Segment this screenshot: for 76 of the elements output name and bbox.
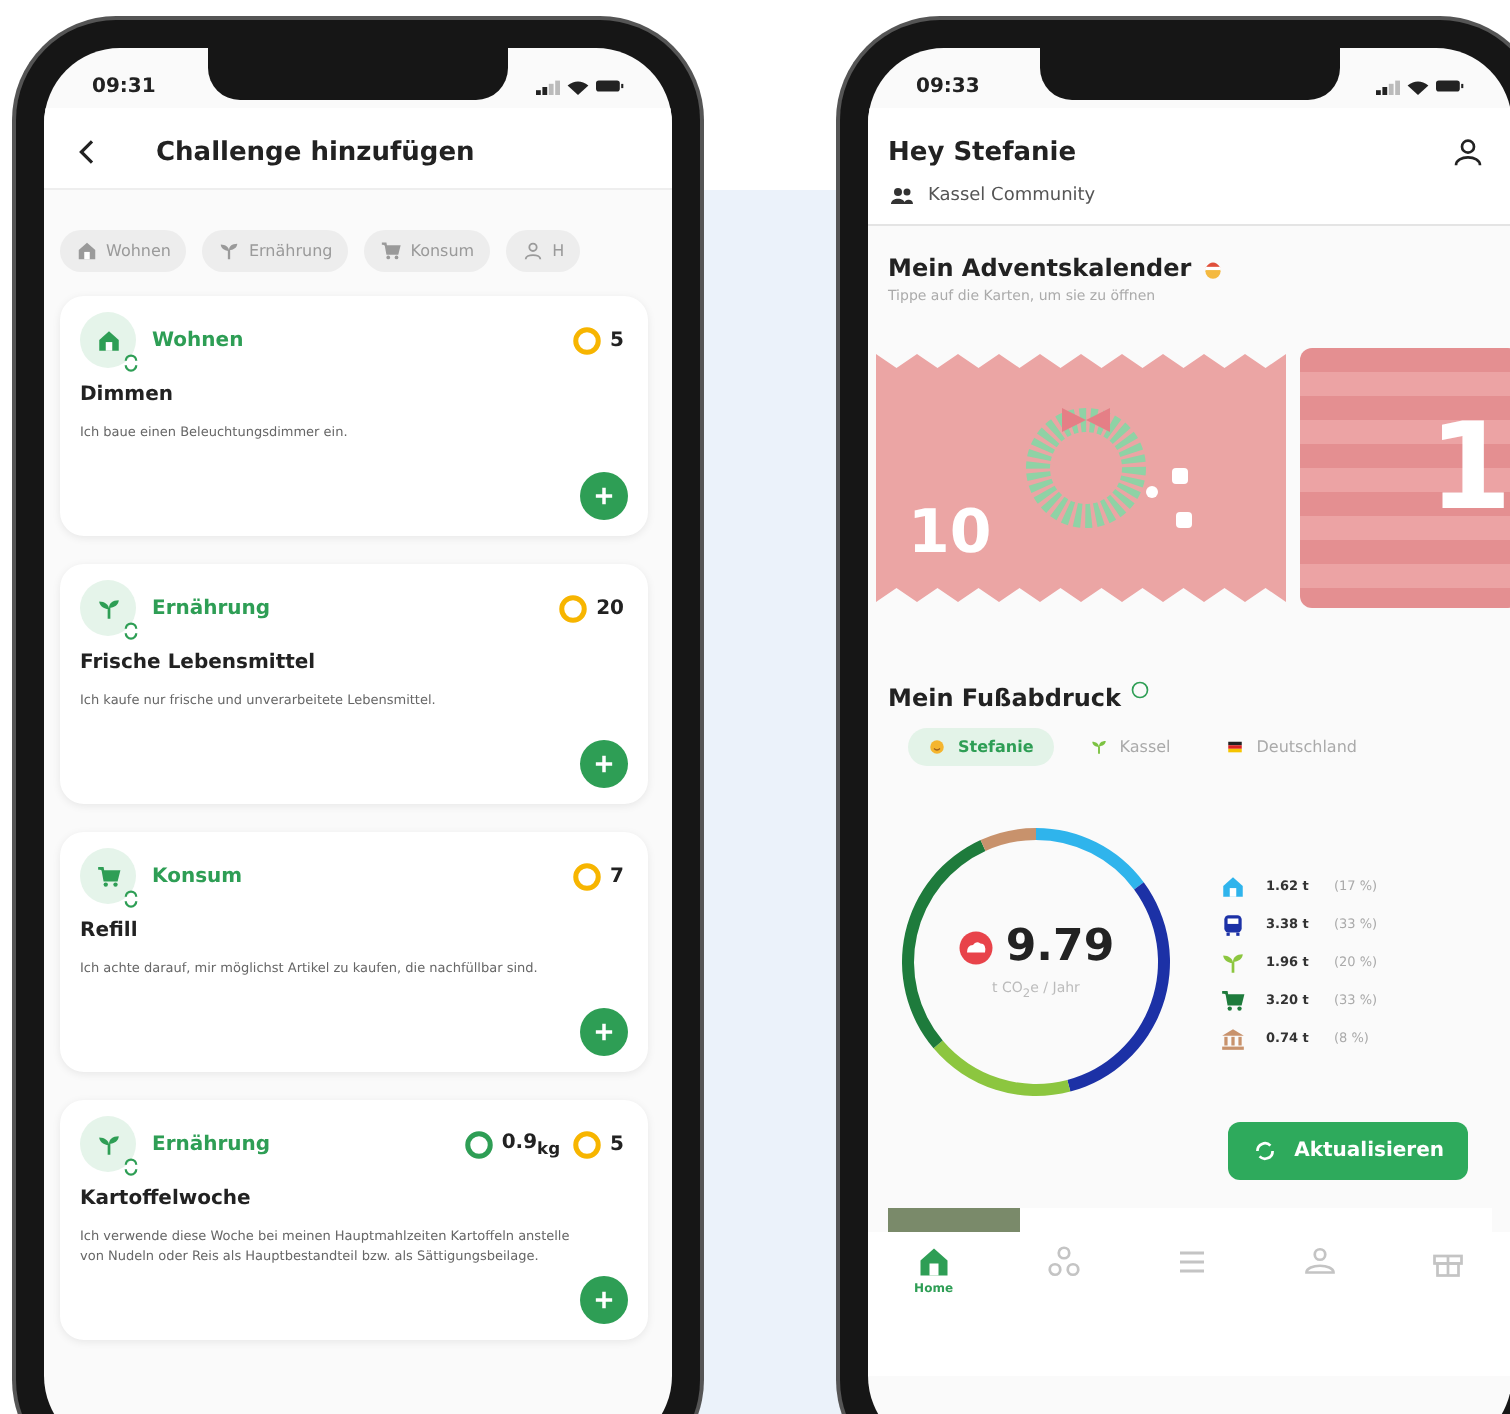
points-value: 20 (596, 597, 624, 619)
category-label: Konsum (152, 865, 245, 887)
co2-value: 0.9$_{kg}$ (501, 1131, 561, 1157)
screen-title: Challenge hinzufügen (156, 137, 475, 167)
profile-icon[interactable] (1452, 136, 1484, 168)
cart-icon (380, 240, 403, 262)
category-label: Ernährung (152, 1133, 273, 1155)
smiley-icon (928, 738, 946, 756)
scope-tab[interactable]: Deutschland (1206, 728, 1377, 766)
status-time: 09:31 (92, 75, 156, 97)
plus-icon (590, 750, 618, 778)
coin-icon (572, 861, 603, 891)
sprout-icon (218, 240, 241, 262)
repeat-icon (122, 1158, 140, 1176)
community-name: Kassel Community (928, 186, 1096, 206)
plus-icon (590, 482, 618, 510)
house-icon (95, 327, 121, 353)
sprout-icon (1089, 738, 1108, 756)
people-icon (1301, 1244, 1338, 1280)
add-button[interactable] (580, 1008, 628, 1056)
repeat-icon (122, 622, 140, 640)
total-value: 9.79 (1005, 922, 1115, 973)
cart-icon (95, 863, 121, 889)
refresh-icon (1252, 1138, 1279, 1164)
coin-icon (558, 593, 589, 623)
scope-tab[interactable]: Stefanie (908, 728, 1054, 766)
challenge-title: Refill (80, 920, 140, 942)
battery-icon (596, 78, 624, 94)
add-button[interactable] (580, 1276, 628, 1324)
challenge-title: Kartoffelwoche (80, 1188, 253, 1210)
signal-icon (1376, 77, 1400, 95)
challenge-title: Frische Lebensmittel (80, 652, 318, 674)
photo-placeholder (888, 1208, 1020, 1232)
add-button[interactable] (580, 472, 628, 520)
advent-ticket-drawing[interactable] (874, 348, 1288, 608)
challenge-title: Dimmen (80, 384, 175, 406)
people-icon (888, 184, 916, 208)
day-number: 1 (1428, 408, 1510, 528)
category-label: Ernährung (152, 597, 273, 619)
house-icon (915, 1244, 952, 1280)
plus-icon (590, 1286, 618, 1314)
greeting: Hey Stefanie (888, 137, 1077, 167)
plus-icon (590, 1018, 618, 1046)
filter-chip[interactable]: Wohnen (60, 230, 187, 272)
repeat-icon (122, 890, 140, 908)
points-value: 5 (610, 1133, 624, 1155)
person-icon (522, 240, 545, 262)
add-button[interactable] (580, 740, 628, 788)
nav-item[interactable] (1045, 1244, 1082, 1280)
house-icon (76, 240, 98, 262)
refresh-button[interactable]: Aktualisieren (1228, 1122, 1468, 1180)
wifi-icon (1406, 77, 1430, 95)
points-value: 7 (610, 865, 624, 887)
info-icon[interactable] (1129, 680, 1150, 700)
coin-icon (572, 1129, 603, 1159)
filter-chip[interactable]: Ernährung (202, 230, 349, 272)
sprout-icon (95, 595, 121, 621)
nav-item[interactable] (1301, 1244, 1338, 1280)
signal-icon (536, 77, 560, 95)
day-number: 10 (908, 504, 992, 564)
filter-chip[interactable]: H (506, 230, 581, 272)
battery-icon (1436, 78, 1464, 94)
section-title: Mein Adventskalender (888, 254, 1192, 282)
section-title: Mein Fußabdruck (888, 684, 1122, 712)
category-label: Wohnen (152, 329, 246, 351)
scope-tab[interactable]: Kassel (1069, 728, 1191, 766)
flag-icon (1226, 738, 1245, 756)
points-value: 5 (610, 329, 624, 351)
status-time: 09:33 (916, 75, 980, 97)
filter-chip[interactable]: Konsum (364, 230, 491, 272)
circles-icon (1045, 1244, 1082, 1280)
repeat-icon (122, 354, 140, 372)
coin-icon (572, 325, 603, 355)
sprout-icon (95, 1131, 121, 1157)
wifi-icon (566, 77, 590, 95)
advent-card[interactable]: 1 (1300, 348, 1510, 608)
